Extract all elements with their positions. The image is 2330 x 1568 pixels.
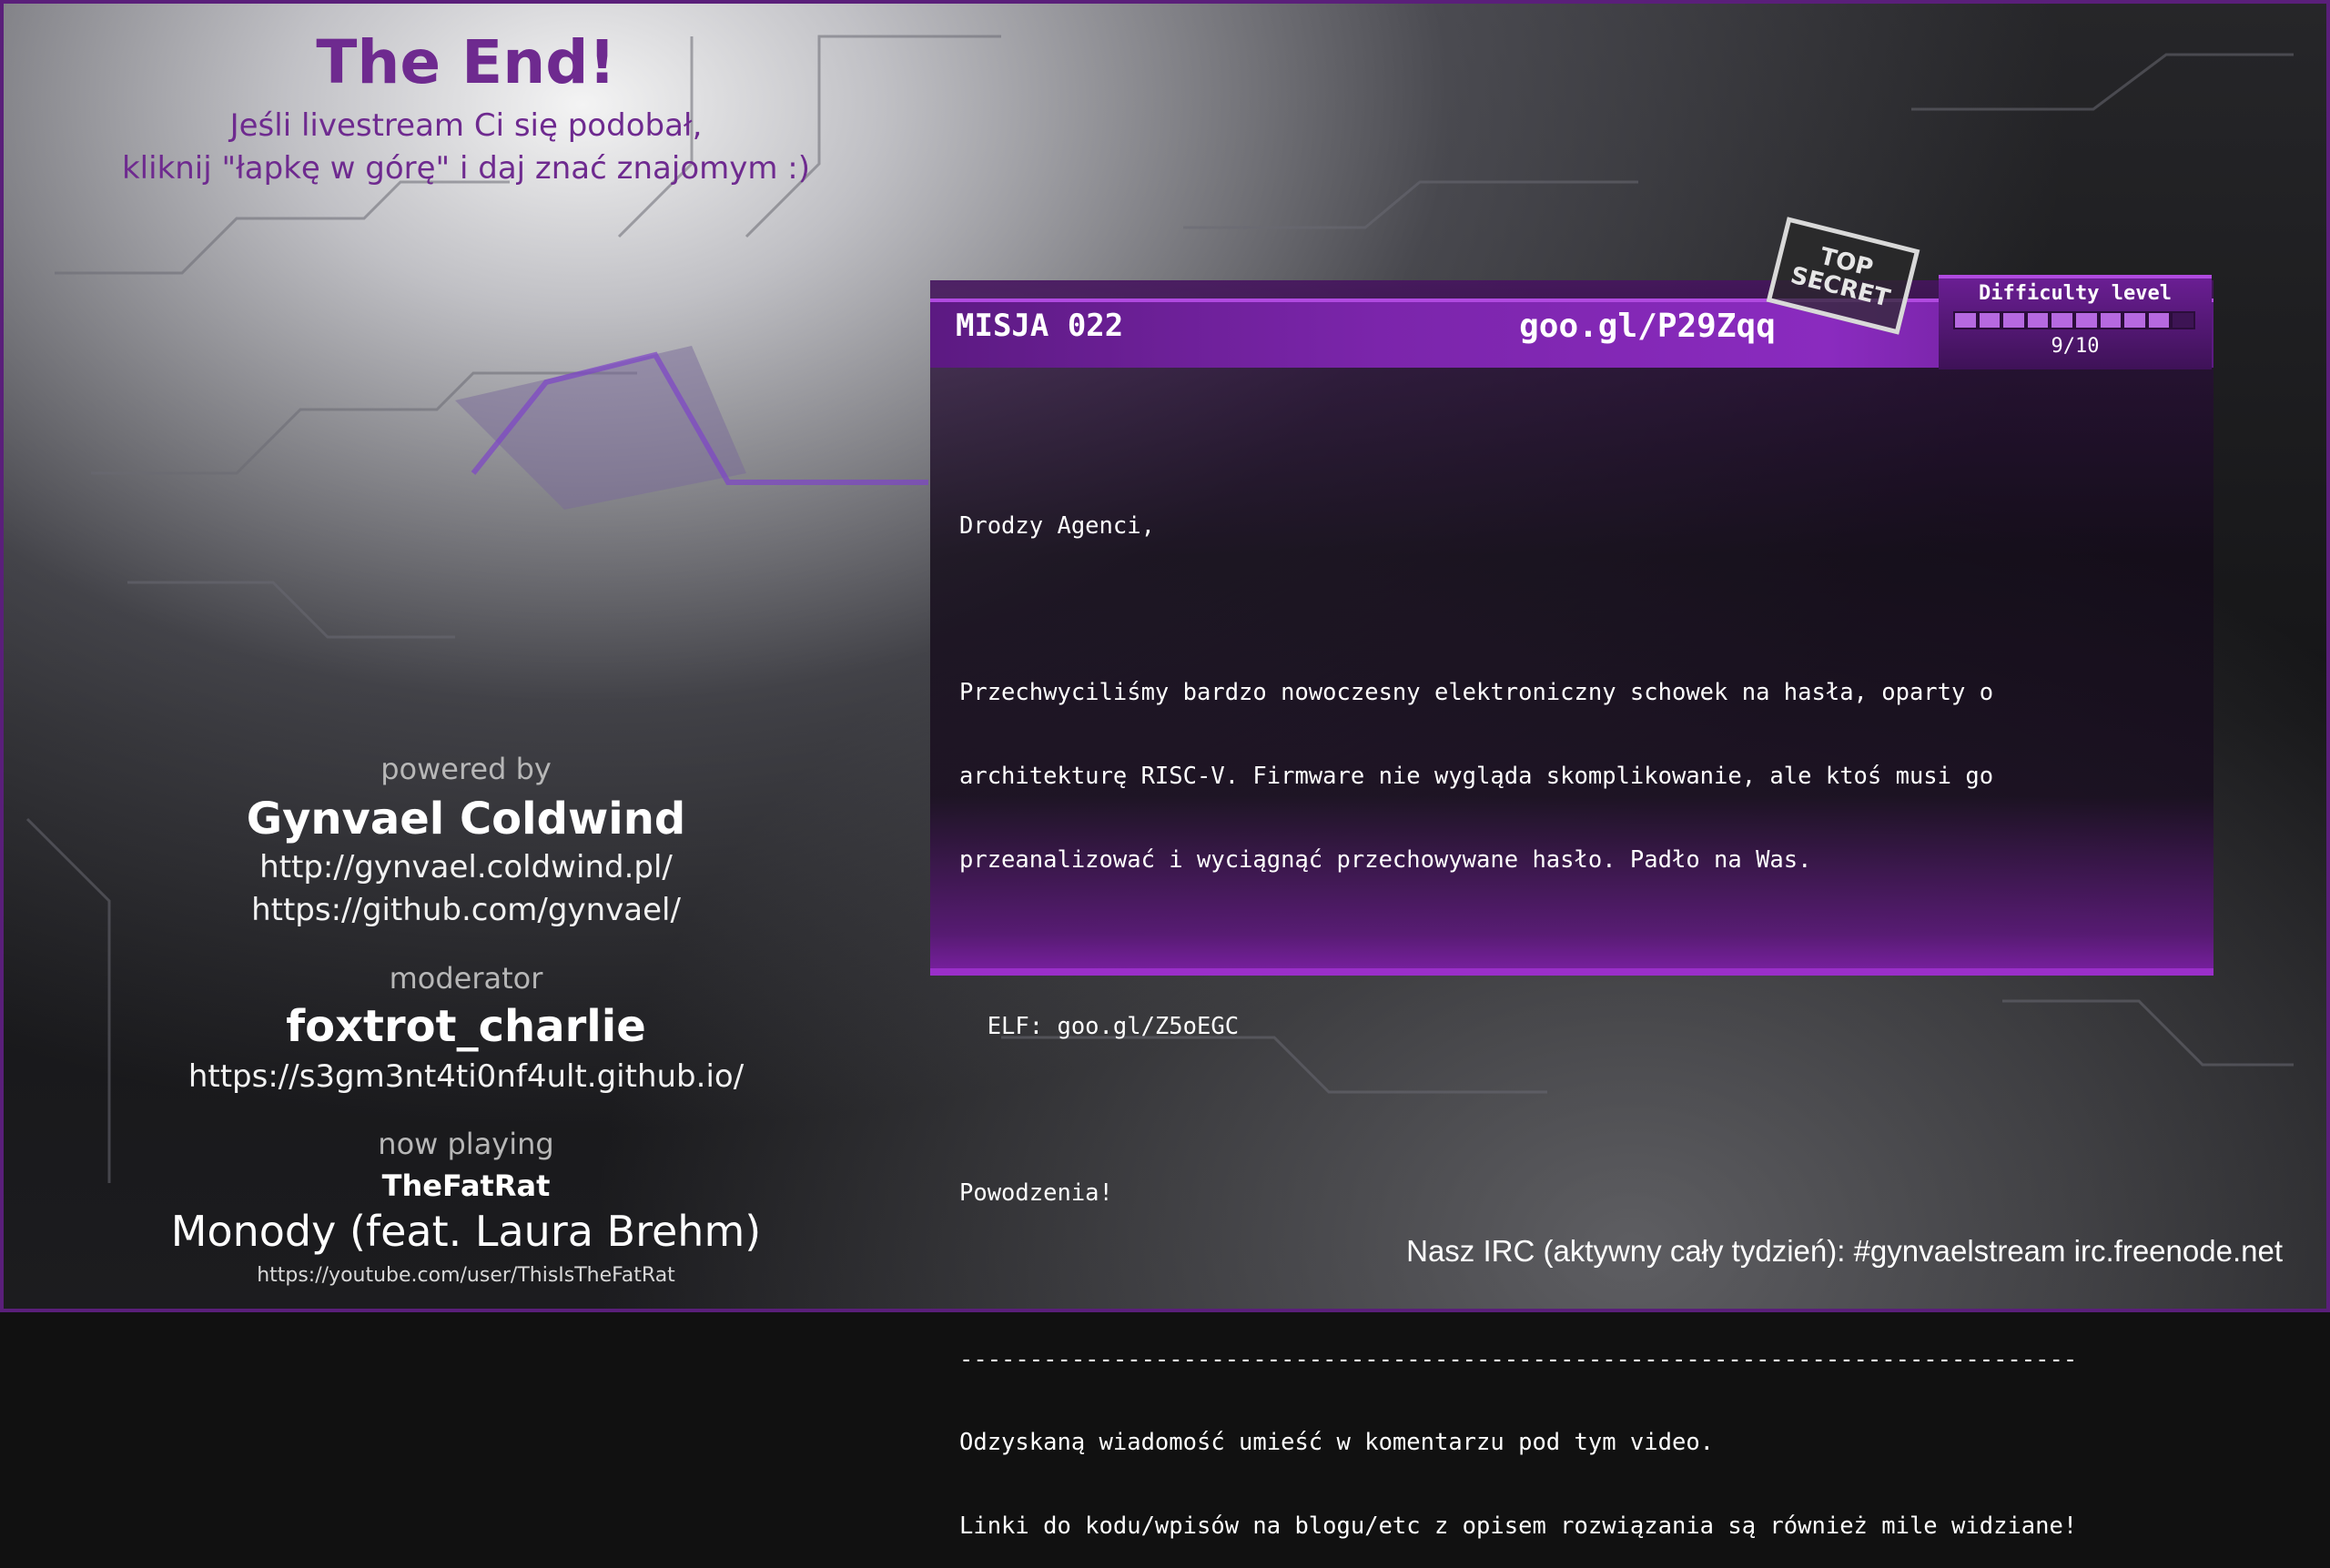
briefing-good-luck: Powodzenia! — [959, 1179, 1113, 1207]
briefing-footer-1: Odzyskaną wiadomość umieść w komentarzu … — [959, 1429, 1715, 1457]
moderator-name: foxtrot_charlie — [286, 1001, 646, 1052]
mission-id: MISJA 022 — [956, 308, 1124, 344]
difficulty-segment — [2003, 313, 2024, 328]
author-site-link: http://gynvael.coldwind.pl/ — [259, 849, 673, 885]
now-playing-label: now playing — [378, 1127, 554, 1161]
difficulty-segment — [2027, 313, 2049, 328]
irc-info: Nasz IRC (aktywny cały tydzień): #gynvae… — [1406, 1234, 2283, 1268]
end-message-line-1: Jeśli livestream Ci się podobał, — [229, 107, 703, 144]
difficulty-segment — [1979, 313, 2001, 328]
difficulty-value: 9/10 — [2051, 335, 2100, 358]
difficulty-label: Difficulty level — [1979, 282, 2172, 305]
moderator-label: moderator — [389, 961, 543, 996]
briefing-line: architekturę RISC-V. Firmware nie wygląd… — [959, 762, 1994, 790]
mission-url: goo.gl/P29Zqq — [1519, 308, 1776, 345]
author-github-link: https://github.com/gynvael/ — [251, 892, 681, 928]
briefing-greeting: Drodzy Agenci, — [959, 512, 1155, 541]
difficulty-segment — [2051, 313, 2072, 328]
now-playing-url: https://youtube.com/user/ThisIsTheFatRat — [257, 1264, 675, 1287]
powered-by-label: powered by — [380, 752, 552, 786]
difficulty-segment — [2148, 313, 2170, 328]
now-playing-artist: TheFatRat — [381, 1168, 551, 1203]
briefing-elf-link: ELF: goo.gl/Z5oEGC — [959, 1012, 1240, 1040]
difficulty-segment — [2124, 313, 2145, 328]
author-name: Gynvael Coldwind — [246, 794, 686, 845]
briefing-footer-2: Linki do kodu/wpisów na blogu/etc z opis… — [959, 1512, 2078, 1541]
end-title: The End! — [316, 27, 616, 97]
end-message-line-2: kliknij "łapkę w górę" i daj znać znajom… — [121, 150, 811, 187]
briefing-divider: ----------------------------------------… — [959, 1345, 2078, 1373]
difficulty-segment — [1955, 313, 1976, 328]
difficulty-segment — [2100, 313, 2122, 328]
briefing-line: przeanalizować i wyciągnąć przechowywane… — [959, 845, 1812, 874]
difficulty-bar — [1953, 311, 2195, 329]
difficulty-segment — [2173, 313, 2193, 328]
difficulty-segment — [2075, 313, 2097, 328]
mission-briefing: Drodzy Agenci, Przechwyciliśmy bardzo no… — [959, 457, 2197, 1568]
moderator-site-link: https://s3gm3nt4ti0nf4ult.github.io/ — [187, 1058, 745, 1095]
now-playing-track: Monody (feat. Laura Brehm) — [170, 1207, 762, 1256]
briefing-line: Przechwyciliśmy bardzo nowoczesny elektr… — [959, 679, 1994, 707]
